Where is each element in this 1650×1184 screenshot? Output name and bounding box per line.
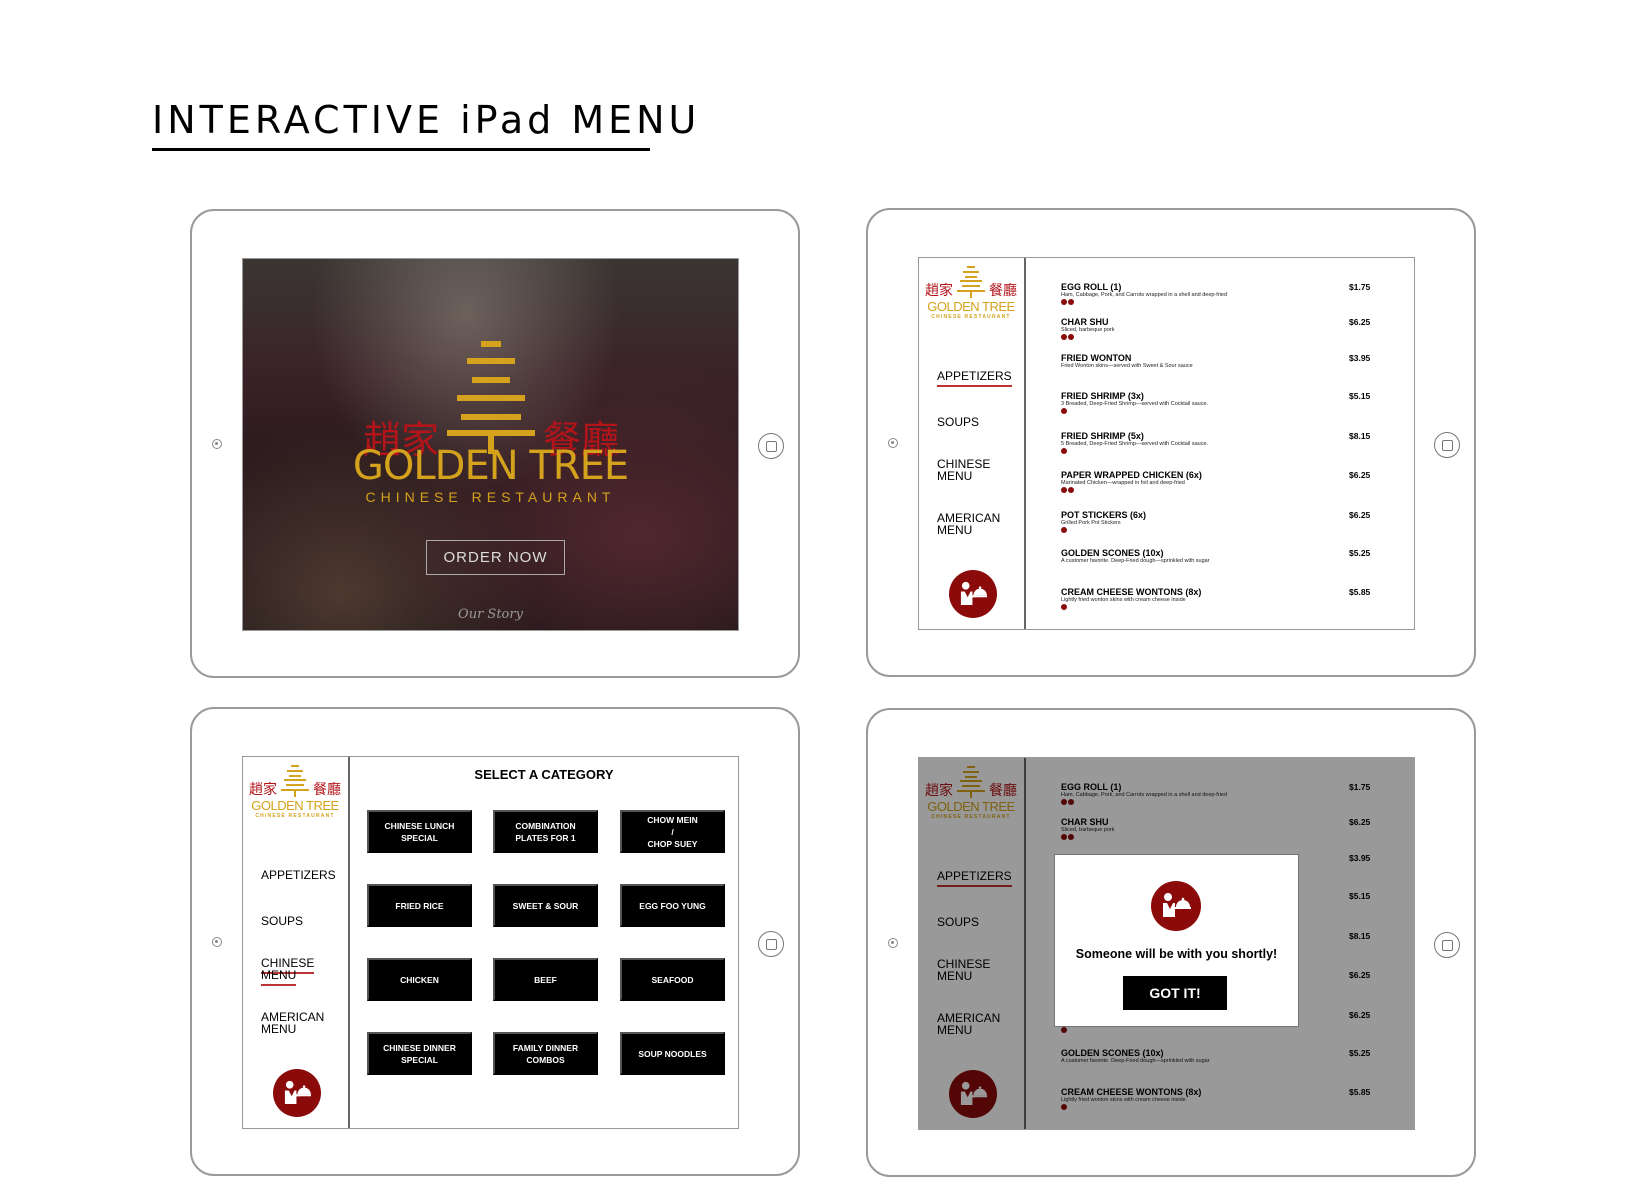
- menu-screen-dimmed: 趙家 餐廳 GOLDEN TREE CHINESE RESTAURANT APPETIZ…: [918, 757, 1415, 1130]
- category-button[interactable]: SOUP NOODLES: [620, 1032, 725, 1075]
- menu-item[interactable]: FRIED SHRIMP (3x) 3 Breaded, Deep-Fried …: [1061, 391, 1401, 414]
- item-description: Sliced, barbeque pork: [1061, 327, 1115, 333]
- title-underline: [152, 148, 650, 151]
- dietary-badge-icon: [1068, 487, 1074, 493]
- dietary-badge-icon: [1061, 604, 1067, 610]
- item-description: 3 Breaded, Deep-Fried Shrimp—served with…: [1061, 401, 1209, 407]
- sidebar-item-american-menu[interactable]: AMERICAN MENU: [937, 512, 1017, 536]
- category-button[interactable]: CHICKEN: [367, 958, 472, 1001]
- menu-item[interactable]: EGG ROLL (1) Ham, Cabbage, Pork, and Car…: [1061, 282, 1401, 305]
- home-button[interactable]: [1434, 432, 1460, 458]
- category-title: SELECT A CATEGORY: [474, 767, 614, 782]
- category-button[interactable]: EGG FOO YUNG: [620, 884, 725, 927]
- dialog-message: Someone will be with you shortly!: [1075, 947, 1278, 961]
- ipad-home: 趙家 餐廳 GOLDEN TREE CHINESE RESTAURANT ORD…: [190, 209, 800, 678]
- category-button[interactable]: COMBINATION PLATES FOR 1: [493, 810, 598, 853]
- item-description: Grilled Pork Pot Stickers: [1061, 520, 1121, 526]
- dietary-badge-icon: [1061, 408, 1067, 414]
- sidebar-logo: 趙家 餐廳 GOLDEN TREE CHINESE RESTAURANT: [925, 266, 1017, 324]
- item-price: $6.25: [1349, 510, 1371, 520]
- item-description: Ham, Cabbage, Pork, and Carrots wrapped …: [1061, 292, 1228, 298]
- sidebar: 趙家 餐廳 GOLDEN TREE CHINESE RESTAURANT APPETIZ…: [919, 258, 1026, 629]
- item-price: $3.95: [1349, 353, 1371, 363]
- item-price: $1.75: [1349, 282, 1371, 292]
- camera-icon: [212, 439, 222, 449]
- sidebar-logo: 趙家 餐廳 GOLDEN TREE CHINESE RESTAURANT: [249, 765, 341, 823]
- item-price: $6.25: [1349, 317, 1371, 327]
- menu-item[interactable]: FRIED WONTON Fried Wonton skins—served w…: [1061, 353, 1401, 370]
- logo-name: GOLDEN TREE: [251, 798, 339, 813]
- waiter-icon: [1151, 881, 1201, 931]
- logo-chinese-right: 餐廳: [313, 782, 341, 798]
- item-price: $5.25: [1349, 548, 1371, 558]
- brand-subtitle: CHINESE RESTAURANT: [365, 489, 616, 505]
- home-screen: 趙家 餐廳 GOLDEN TREE CHINESE RESTAURANT ORD…: [242, 258, 739, 631]
- category-button[interactable]: CHINESE DINNER SPECIAL: [367, 1032, 472, 1075]
- menu-item[interactable]: POT STICKERS (6x) Grilled Pork Pot Stick…: [1061, 510, 1401, 533]
- item-description: Fried Wonton skins—served with Sweet & S…: [1061, 363, 1193, 369]
- camera-icon: [888, 938, 898, 948]
- item-price: $8.15: [1349, 431, 1371, 441]
- dietary-badge-icon: [1061, 299, 1067, 305]
- logo-subtitle: CHINESE RESTAURANT: [255, 813, 335, 819]
- dietary-badge-icon: [1068, 334, 1074, 340]
- item-price: $5.85: [1349, 587, 1371, 597]
- item-description: A customer favorite. Deep-Fried dough—sp…: [1061, 558, 1210, 564]
- menu-screen: 趙家 餐廳 GOLDEN TREE CHINESE RESTAURANT APPETIZ…: [918, 257, 1415, 630]
- menu-item[interactable]: GOLDEN SCONES (10x) A customer favorite.…: [1061, 548, 1401, 565]
- sidebar-item-chinese-menu[interactable]: CHINESE MENU: [261, 956, 341, 986]
- got-it-button[interactable]: GOT IT!: [1123, 976, 1227, 1010]
- ipad-appetizers: 趙家 餐廳 GOLDEN TREE CHINESE RESTAURANT APPETIZ…: [866, 208, 1476, 677]
- item-price: $6.25: [1349, 470, 1371, 480]
- menu-item[interactable]: CHAR SHU Sliced, barbeque pork $6.25: [1061, 317, 1401, 340]
- item-description: Marinated Chicken—wrapped in foil and de…: [1061, 480, 1185, 486]
- home-button[interactable]: [758, 433, 784, 459]
- category-button[interactable]: FAMILY DINNER COMBOS: [493, 1032, 598, 1075]
- dietary-badge-icon: [1068, 299, 1074, 305]
- call-waiter-button[interactable]: [949, 570, 997, 618]
- camera-icon: [212, 937, 222, 947]
- category-button[interactable]: CHOW MEIN / CHOP SUEY: [620, 810, 725, 853]
- category-button[interactable]: BEEF: [493, 958, 598, 1001]
- camera-icon: [888, 438, 898, 448]
- waiter-dialog: Someone will be with you shortly! GOT IT…: [1054, 854, 1299, 1027]
- home-button[interactable]: [1434, 932, 1460, 958]
- dietary-badge-icon: [1061, 448, 1067, 454]
- logo-chinese-left: 趙家: [249, 782, 277, 798]
- menu-item[interactable]: CREAM CHEESE WONTONS (8x) Lightly fried …: [1061, 587, 1401, 610]
- logo-chinese-right: 餐廳: [989, 283, 1017, 299]
- sidebar-item-appetizers[interactable]: APPETIZERS: [937, 369, 1017, 387]
- logo-name: GOLDEN TREE: [927, 299, 1015, 314]
- menu-item[interactable]: FRIED SHRIMP (5x) 5 Breaded, Deep-Fried …: [1061, 431, 1401, 454]
- sidebar: 趙家 餐廳 GOLDEN TREE CHINESE RESTAURANT APPETIZ…: [243, 757, 350, 1128]
- sidebar-item-soups[interactable]: SOUPS: [261, 915, 341, 927]
- item-description: 5 Breaded, Deep-Fried Shrimp—served with…: [1061, 441, 1209, 447]
- our-story-link[interactable]: Our Story: [243, 607, 738, 622]
- order-now-button[interactable]: ORDER NOW: [426, 540, 565, 575]
- home-button[interactable]: [758, 931, 784, 957]
- brand-name: GOLDEN TREE: [352, 443, 629, 489]
- item-price: $5.15: [1349, 391, 1371, 401]
- logo-subtitle: CHINESE RESTAURANT: [931, 314, 1011, 320]
- category-button[interactable]: SEAFOOD: [620, 958, 725, 1001]
- dietary-badge-icon: [1061, 527, 1067, 533]
- category-button[interactable]: SWEET & SOUR: [493, 884, 598, 927]
- item-description: Lightly fried wonton skins with cream ch…: [1061, 597, 1186, 603]
- sidebar-item-chinese-menu[interactable]: CHINESE MENU: [937, 458, 1017, 482]
- dietary-badge-icon: [1061, 487, 1067, 493]
- page-title: INTERACTIVE iPad MENU: [152, 98, 701, 142]
- call-waiter-button[interactable]: [273, 1069, 321, 1117]
- ipad-categories: 趙家 餐廳 GOLDEN TREE CHINESE RESTAURANT APPETIZ…: [190, 707, 800, 1176]
- category-screen: 趙家 餐廳 GOLDEN TREE CHINESE RESTAURANT APPETIZ…: [242, 756, 739, 1129]
- sidebar-item-american-menu[interactable]: AMERICAN MENU: [261, 1011, 341, 1035]
- category-button[interactable]: CHINESE LUNCH SPECIAL: [367, 810, 472, 853]
- dietary-badge-icon: [1061, 334, 1067, 340]
- sidebar-item-soups[interactable]: SOUPS: [937, 416, 1017, 428]
- logo-chinese-left: 趙家: [925, 283, 953, 299]
- menu-item[interactable]: PAPER WRAPPED CHICKEN (6x) Marinated Chi…: [1061, 470, 1401, 493]
- sidebar-item-appetizers[interactable]: APPETIZERS: [261, 869, 341, 881]
- ipad-waiter-dialog: 趙家 餐廳 GOLDEN TREE CHINESE RESTAURANT APPETIZ…: [866, 708, 1476, 1177]
- category-button[interactable]: FRIED RICE: [367, 884, 472, 927]
